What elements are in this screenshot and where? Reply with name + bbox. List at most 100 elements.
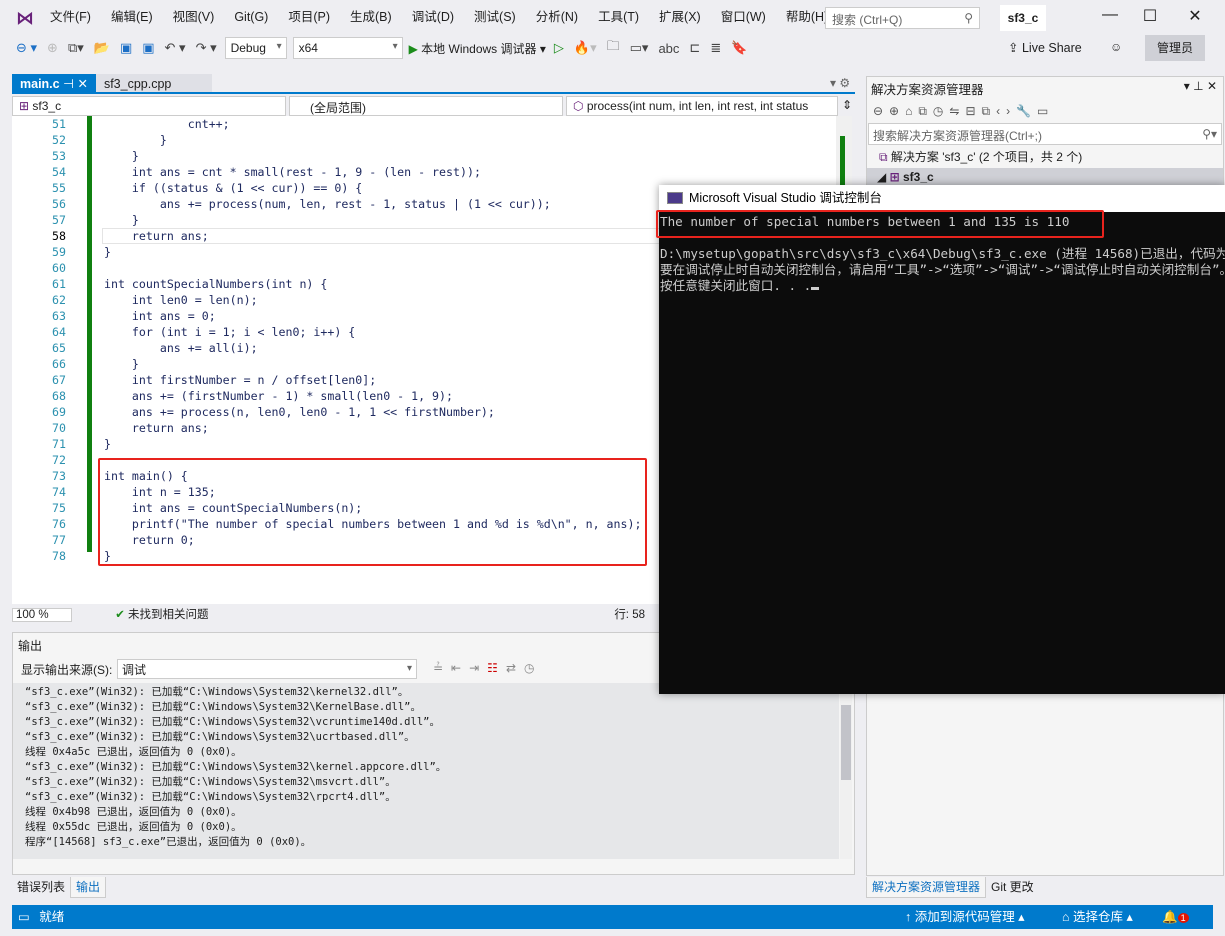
maximize-button[interactable]: ☐ bbox=[1135, 6, 1165, 26]
search-icon: ⚲ bbox=[964, 11, 973, 25]
line-number: 55 bbox=[52, 181, 66, 195]
menu-item[interactable]: 项目(P) bbox=[278, 8, 340, 26]
code-line: 60 bbox=[12, 260, 66, 276]
find-in-files-icon[interactable]: 🗀 bbox=[605, 37, 622, 59]
tab-output[interactable]: 输出 bbox=[70, 877, 107, 898]
tab-sf3-cpp[interactable]: sf3_cpp.cpp bbox=[95, 74, 212, 94]
project-name: sf3_c bbox=[1000, 5, 1046, 31]
platform-select[interactable]: x64 bbox=[292, 37, 403, 59]
redo-icon[interactable]: ↷ ▾ bbox=[194, 40, 219, 56]
code-text: } bbox=[104, 357, 139, 371]
save-icon[interactable]: ▣ bbox=[118, 40, 134, 56]
output-line: 线程 0x4a5c 已退出，返回值为 0 (0x0)。 bbox=[25, 746, 242, 758]
start-debug-button[interactable]: ▶ 本地 Windows 调试器 ▾ bbox=[409, 40, 546, 57]
code-text: ans += all(i); bbox=[104, 341, 258, 355]
bottom-tabs: 错误列表 输出 bbox=[12, 877, 107, 898]
console-icon bbox=[667, 192, 683, 204]
solution-search-input[interactable]: 搜索解决方案资源管理器(Ctrl+;) ⚲▾ bbox=[868, 123, 1222, 145]
live-share-button[interactable]: ⇪ Live Share bbox=[1008, 40, 1082, 55]
tab-underline bbox=[12, 92, 855, 94]
feedback-icon[interactable]: ☺ bbox=[1110, 40, 1122, 54]
menu-item[interactable]: 扩展(X) bbox=[649, 8, 711, 26]
issues-status[interactable]: 未找到相关问题 bbox=[128, 609, 209, 621]
vs-logo: ⋈ bbox=[16, 8, 34, 28]
menu-item[interactable]: 工具(T) bbox=[588, 8, 649, 26]
tab-main-c[interactable]: main.c ⊣ ✕ bbox=[12, 74, 96, 94]
admin-badge: 管理员 bbox=[1145, 35, 1205, 61]
open-folder-icon[interactable]: 📂 bbox=[92, 40, 112, 56]
code-line: 52 } bbox=[12, 132, 167, 148]
line-number: 65 bbox=[52, 341, 66, 355]
spellcheck-icon[interactable]: abc bbox=[656, 41, 681, 56]
zoom-select[interactable]: 100 % bbox=[12, 608, 72, 622]
split-icon[interactable]: ⇕ bbox=[842, 98, 852, 112]
forward-icon[interactable]: ⊕ bbox=[45, 40, 60, 56]
scope-dropdown[interactable]: (全局范围) bbox=[289, 96, 563, 116]
menu-item[interactable]: 文件(F) bbox=[40, 8, 101, 26]
line-number: 70 bbox=[52, 421, 66, 435]
close-button[interactable]: ✕ bbox=[1180, 6, 1210, 26]
solution-root[interactable]: ⧉ 解决方案 'sf3_c' (2 个项目，共 2 个) bbox=[867, 145, 1223, 168]
back-icon[interactable]: ⊖ ▾ bbox=[14, 40, 39, 56]
code-line: 64 for (int i = 1; i < len0; i++) { bbox=[12, 324, 355, 340]
project-node[interactable]: ◢ ⊞ sf3_c bbox=[867, 168, 1223, 186]
output-line: “sf3_c.exe”(Win32): 已加载“C:\Windows\Syste… bbox=[25, 731, 415, 743]
output-text[interactable]: “sf3_c.exe”(Win32): 已加载“C:\Windows\Syste… bbox=[13, 683, 839, 859]
project-dropdown[interactable]: ⊞ sf3_c bbox=[12, 96, 286, 116]
line-number: 68 bbox=[52, 389, 66, 403]
code-line: 65 ans += all(i); bbox=[12, 340, 258, 356]
tab-error-list[interactable]: 错误列表 bbox=[12, 877, 70, 898]
code-line: 74 int n = 135; bbox=[12, 484, 216, 500]
code-text: ans += (firstNumber - 1) * small(len0 - … bbox=[104, 389, 454, 403]
close-tab-icon[interactable]: ✕ bbox=[77, 77, 87, 91]
output-source-select[interactable]: 调试 bbox=[117, 659, 417, 679]
console-titlebar: Microsoft Visual Studio 调试控制台 bbox=[659, 185, 1225, 212]
solution-toolbar[interactable]: ⊖⊕⌂⧉◷⇋⊟⧉‹›🔧▭ bbox=[867, 100, 1223, 123]
window-layout-icon[interactable]: ▭▾ bbox=[628, 40, 651, 56]
menu-item[interactable]: 测试(S) bbox=[464, 8, 526, 26]
select-repo-button[interactable]: ⌂ 选择仓库 ▴ bbox=[1062, 905, 1133, 929]
menu-item[interactable]: 生成(B) bbox=[340, 8, 402, 26]
hot-reload-icon[interactable]: 🔥▾ bbox=[572, 40, 599, 56]
output-toolbar-icons[interactable]: ≟⇤⇥☷⇄◷ bbox=[433, 661, 542, 675]
code-line: 51 cnt++; bbox=[12, 116, 230, 132]
code-line: 58 return ans; bbox=[12, 228, 209, 244]
pin-icon[interactable]: ⊣ bbox=[63, 77, 74, 91]
undo-icon[interactable]: ↶ ▾ bbox=[163, 40, 188, 56]
line-number: 66 bbox=[52, 357, 66, 371]
bookmark-icon[interactable]: 🔖 bbox=[729, 40, 749, 56]
tab-overflow-icon[interactable]: ▾ ⚙ bbox=[830, 76, 850, 90]
menu-item[interactable]: 视图(V) bbox=[163, 8, 225, 26]
member-dropdown[interactable]: ⬡ process(int num, int len, int rest, in… bbox=[566, 96, 838, 116]
new-project-icon[interactable]: ⧉▾ bbox=[66, 40, 86, 56]
search-input[interactable]: 搜索 (Ctrl+Q) ⚲ bbox=[825, 7, 980, 29]
menu-item[interactable]: 窗口(W) bbox=[711, 8, 776, 26]
menu-item[interactable]: 分析(N) bbox=[526, 8, 588, 26]
console-cursor bbox=[811, 287, 820, 290]
code-line: 78} bbox=[12, 548, 111, 564]
menu-item[interactable]: 调试(D) bbox=[402, 8, 464, 26]
tab-solution-explorer[interactable]: 解决方案资源管理器 bbox=[866, 877, 987, 898]
indent-icon[interactable]: ≣ bbox=[708, 40, 723, 56]
save-all-icon[interactable]: ▣ bbox=[140, 40, 156, 56]
notifications-button[interactable]: 🔔 1 bbox=[1162, 905, 1189, 929]
minimize-button[interactable]: — bbox=[1095, 6, 1125, 24]
debug-console-window[interactable]: Microsoft Visual Studio 调试控制台 The number… bbox=[659, 185, 1225, 694]
line-number: 58 bbox=[52, 229, 66, 243]
code-line: 63 int ans = 0; bbox=[12, 308, 216, 324]
code-line: 77 return 0; bbox=[12, 532, 195, 548]
start-without-debug-icon[interactable]: ▷ bbox=[552, 40, 566, 56]
output-scrollbar[interactable] bbox=[840, 683, 852, 859]
menu-item[interactable]: Git(G) bbox=[224, 8, 278, 26]
config-select[interactable]: Debug bbox=[224, 37, 287, 59]
panel-controls[interactable]: ▾ ⊥ ✕ bbox=[1184, 79, 1217, 93]
add-source-control-button[interactable]: ↑ 添加到源代码管理 ▴ bbox=[905, 905, 1025, 929]
breakpoint-icon[interactable]: ⊏ bbox=[687, 40, 702, 56]
line-number: 69 bbox=[52, 405, 66, 419]
menu-item[interactable]: 编辑(E) bbox=[101, 8, 163, 26]
code-line: 76 printf("The number of special numbers… bbox=[12, 516, 641, 532]
line-number: 77 bbox=[52, 533, 66, 547]
code-line: 70 return ans; bbox=[12, 420, 209, 436]
line-number: 62 bbox=[52, 293, 66, 307]
tab-git-changes[interactable]: Git 更改 bbox=[986, 877, 1039, 898]
